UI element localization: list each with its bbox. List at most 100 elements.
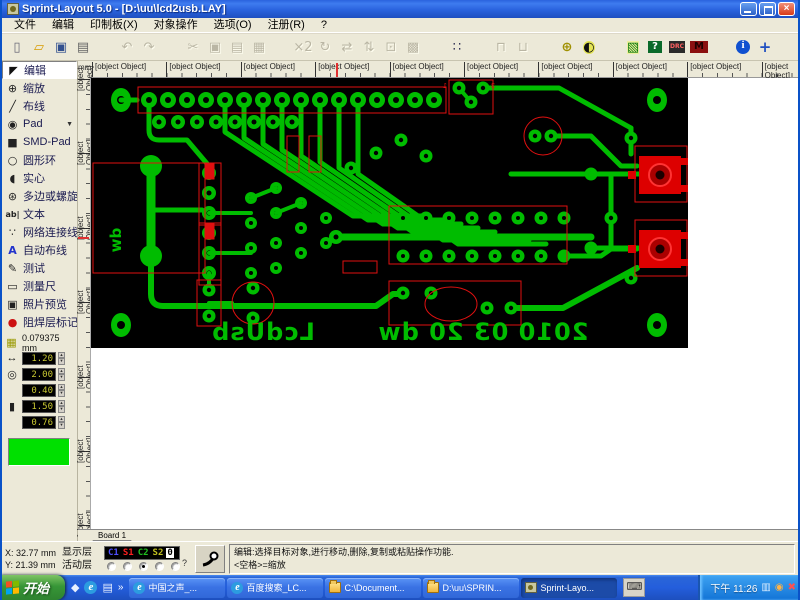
network-icon[interactable]: ▥	[761, 582, 770, 593]
layer-toggle[interactable]: S1	[122, 548, 135, 558]
array-button[interactable]: ▩	[402, 36, 424, 58]
separator[interactable]	[534, 36, 556, 58]
cut-button[interactable]: ✂	[182, 36, 204, 58]
menu-item[interactable]: 文件	[6, 18, 44, 32]
footprint-button[interactable]: ∷	[446, 36, 468, 58]
unlock-button[interactable]: ⊔	[512, 36, 534, 58]
tool-solid[interactable]: ◖ 实心	[2, 169, 77, 187]
taskbar-task-button[interactable]: C:\Document...	[325, 578, 421, 598]
taskbar-task-button[interactable]: D:\uu\SPRIN...	[423, 578, 519, 598]
layer-assistant-button[interactable]: ▧	[622, 36, 644, 58]
tool-measure[interactable]: ▭ 测量尺	[2, 277, 77, 295]
open-folder-button[interactable]: ▱	[28, 36, 50, 58]
pcb-canvas[interactable]: LcdUsb 2010 03 20 dw dw 1 3	[90, 78, 800, 529]
print-button[interactable]: ▤	[72, 36, 94, 58]
layer-radio[interactable]	[123, 562, 132, 571]
tool-route[interactable]: ╱ 布线	[2, 97, 77, 115]
menu-item[interactable]: 注册(R)	[260, 18, 313, 32]
layer-radio[interactable]	[107, 562, 116, 571]
layer-toggle[interactable]: C1	[107, 548, 120, 558]
close-button[interactable]: ×	[778, 2, 795, 16]
layer-toggle[interactable]: S2	[152, 548, 165, 558]
mirror-horizontal-button[interactable]: ⇄	[336, 36, 358, 58]
tool-edit[interactable]: ◤ 编辑	[2, 61, 77, 79]
separator[interactable]	[160, 36, 182, 58]
rotate-button[interactable]: ↻	[314, 36, 336, 58]
menu-item[interactable]: 选项(O)	[206, 18, 260, 32]
layer-radio[interactable]	[155, 562, 164, 571]
ruler-tick: [object Object]	[78, 377, 90, 396]
volume-icon[interactable]: ◉	[775, 582, 784, 593]
align-button[interactable]: ⊡	[380, 36, 402, 58]
value-display[interactable]: 1.50	[22, 400, 56, 413]
start-button[interactable]: 开始	[0, 575, 65, 600]
spinner[interactable]: ▲▼	[58, 416, 65, 429]
new-document-button[interactable]: ▯	[6, 36, 28, 58]
separator[interactable]	[710, 36, 732, 58]
layer-toggle[interactable]: C2	[137, 548, 150, 558]
minimize-button[interactable]	[740, 2, 757, 16]
app-icon[interactable]: ◆	[71, 581, 79, 594]
spinner[interactable]: ▲▼	[58, 352, 65, 365]
value-display[interactable]: 0.76	[22, 416, 56, 429]
metalization-button[interactable]: M	[688, 36, 710, 58]
grid-value: 0.079375 mm	[22, 333, 77, 353]
menu-item[interactable]: 印制板(X)	[82, 18, 146, 32]
tool-pad[interactable]: ◉ Pad ▼	[2, 115, 77, 133]
test-mode-button[interactable]: ?	[644, 36, 666, 58]
outlook-icon[interactable]: ▤	[102, 581, 112, 594]
taskbar-task-button[interactable]: e 百度搜索_LC...	[227, 578, 323, 598]
zoom-button[interactable]: ⊕	[556, 36, 578, 58]
save-button[interactable]: ▣	[50, 36, 72, 58]
spinner[interactable]: ▲▼	[58, 400, 65, 413]
spinner[interactable]: ▲▼	[58, 384, 65, 397]
separator[interactable]	[424, 36, 446, 58]
contrast-button[interactable]: ◐	[578, 36, 600, 58]
copy-button[interactable]: ▣	[204, 36, 226, 58]
ie-icon[interactable]: e	[84, 581, 97, 594]
tool-autoroute[interactable]: A 自动布线	[2, 241, 77, 259]
photo-view-button[interactable]	[195, 545, 225, 573]
redo-button[interactable]: ↷	[138, 36, 160, 58]
tool-zoom[interactable]: ⊕ 缩放	[2, 79, 77, 97]
tool-solder-mask[interactable]: ● 阻焊层标记	[2, 313, 77, 331]
layer-toggle[interactable]: 0	[166, 548, 173, 558]
board-tab[interactable]: Board 1	[86, 530, 138, 541]
separator[interactable]	[94, 36, 116, 58]
tool-polygon[interactable]: ⊛ 多边或螺旋	[2, 187, 77, 205]
lock-button[interactable]: ⊓	[490, 36, 512, 58]
separator[interactable]	[600, 36, 622, 58]
delete-button[interactable]: ▦	[248, 36, 270, 58]
value-display[interactable]: 0.40	[22, 384, 56, 397]
layer-radio[interactable]	[139, 562, 148, 571]
tool-smd-pad[interactable]: ■ SMD-Pad	[2, 133, 77, 151]
paste-button[interactable]: ▤	[226, 36, 248, 58]
spinner[interactable]: ▲▼	[58, 368, 65, 381]
tool-ring[interactable]: ○ 圆形环	[2, 151, 77, 169]
tool-photo[interactable]: ▣ 照片预览	[2, 295, 77, 313]
drc-button[interactable]: DRC	[666, 36, 688, 58]
menu-item[interactable]: 对象操作	[146, 18, 206, 32]
taskbar-task-button[interactable]: Sprint-Layo...	[521, 578, 617, 598]
tool-test[interactable]: ✎ 测试	[2, 259, 77, 277]
restore-button[interactable]	[759, 2, 776, 16]
value-display[interactable]: 2.00	[22, 368, 56, 381]
taskbar-task-button[interactable]: e 中国之声_...	[129, 578, 225, 598]
menu-item[interactable]: 编辑	[44, 18, 82, 32]
tool-text[interactable]: ab| 文本	[2, 205, 77, 223]
separator[interactable]	[468, 36, 490, 58]
separator[interactable]	[270, 36, 292, 58]
layer-color-swatch[interactable]	[8, 438, 70, 466]
layer-radio[interactable]	[171, 562, 180, 571]
scale-x2-button[interactable]: ×2	[292, 36, 314, 58]
origin-button[interactable]: +	[754, 36, 776, 58]
value-display[interactable]: 1.20	[22, 352, 56, 365]
menu-item[interactable]: ?	[313, 18, 335, 32]
mirror-vertical-button[interactable]: ⇅	[358, 36, 380, 58]
quicklaunch-more-chevron[interactable]: »	[118, 582, 124, 593]
tool-net[interactable]: ∵ 网络连接线	[2, 223, 77, 241]
alert-icon[interactable]: ✖	[788, 582, 796, 593]
undo-button[interactable]: ↶	[116, 36, 138, 58]
language-bar-button[interactable]: ⌨	[623, 578, 645, 597]
info-button[interactable]: i	[732, 36, 754, 58]
